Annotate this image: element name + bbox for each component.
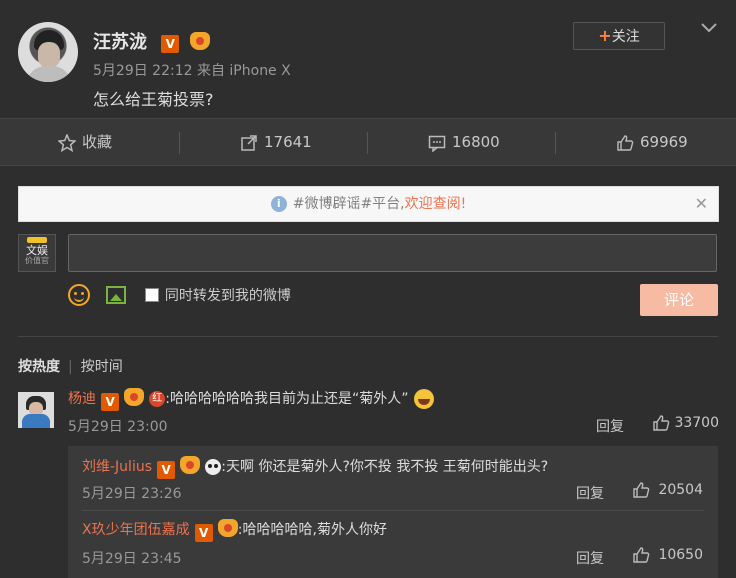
- thumbs-up-icon: [633, 547, 650, 563]
- post-meta: 5月29日 22:12 来自 iPhone X: [93, 63, 291, 79]
- author-name[interactable]: 汪苏泷: [93, 32, 147, 53]
- verified-icon: V: [194, 524, 213, 542]
- sort-tabs: 按热度 | 按时间: [18, 359, 123, 375]
- comment-line: 杨迪 V 红:哈哈哈哈哈哈我目前为止还是“菊外人”: [68, 388, 434, 411]
- notice-link[interactable]: 欢迎查阅!: [405, 196, 467, 212]
- thumbs-up-icon: [617, 134, 634, 151]
- red-badge-icon: 红: [149, 390, 166, 407]
- reply-time: 5月29日 23:26: [82, 486, 182, 502]
- thumbs-up-icon: [653, 415, 670, 431]
- composer-tools: 同时转发到我的微博: [68, 284, 291, 306]
- comment-icon: [428, 135, 446, 153]
- repost-checkbox[interactable]: [144, 288, 159, 302]
- share-icon: [241, 134, 257, 151]
- member-crown-icon: [189, 32, 210, 50]
- star-icon: [57, 132, 77, 152]
- comment-like-count: 33700: [674, 415, 719, 431]
- like-button[interactable]: 69969: [616, 119, 688, 165]
- thumbs-up-icon: [633, 482, 650, 498]
- follow-button[interactable]: +关注: [573, 22, 665, 50]
- member-crown-icon: [180, 456, 201, 474]
- member-crown-icon: [217, 519, 238, 537]
- reply-like-button[interactable]: 10650: [632, 546, 703, 564]
- rumor-notice: i #微博辟谣#平台,欢迎查阅! ✕: [18, 186, 719, 222]
- verified-icon: V: [101, 393, 120, 411]
- favorite-label: 收藏: [82, 133, 113, 151]
- divider: [82, 510, 704, 511]
- comment-button[interactable]: 16800: [428, 119, 500, 165]
- sort-time-tab[interactable]: 按时间: [81, 359, 123, 375]
- author-name-row: 汪苏泷 V: [93, 28, 210, 54]
- action-bar: 收藏 17641 16800 69969: [0, 118, 736, 166]
- plus-icon: +: [598, 26, 612, 45]
- chevron-down-icon[interactable]: [700, 18, 718, 36]
- logo-text: 文娱: [26, 244, 48, 257]
- follow-label: 关注: [611, 29, 640, 45]
- reply-time: 5月29日 23:45: [82, 551, 182, 567]
- comment-text: :哈哈哈哈哈哈我目前为止还是“菊外人”: [165, 391, 409, 407]
- divider: [18, 336, 718, 337]
- reply-text: :天啊 你还是菊外人?你不投 我不投 王菊何时能出头?: [221, 459, 549, 475]
- panda-badge-icon: [205, 458, 222, 475]
- submit-comment-button[interactable]: 评论: [640, 284, 718, 316]
- reply-line: X玖少年团伍嘉成 V :哈哈哈哈哈,菊外人你好: [82, 519, 387, 542]
- reply-button[interactable]: 回复: [576, 548, 604, 568]
- reply-line: 刘维-Julius V :天啊 你还是菊外人?你不投 我不投 王菊何时能出头?: [82, 456, 548, 479]
- replier-name[interactable]: 刘维-Julius: [82, 459, 152, 475]
- member-crown-icon: [124, 388, 145, 406]
- notice-text[interactable]: #微博辟谣#平台,: [293, 196, 405, 212]
- reply-button[interactable]: 回复: [596, 416, 624, 436]
- favorite-button[interactable]: 收藏: [57, 119, 113, 165]
- like-count: 69969: [640, 133, 688, 151]
- commenter-name[interactable]: 杨迪: [68, 391, 96, 407]
- image-icon[interactable]: [106, 286, 127, 304]
- repost-button[interactable]: 17641: [240, 119, 312, 165]
- laugh-emoji-icon: [413, 388, 434, 409]
- author-avatar[interactable]: [18, 22, 78, 82]
- user-logo[interactable]: 文娱 价值官: [18, 234, 56, 272]
- reply-like-count: 20504: [658, 482, 703, 498]
- reply-like-button[interactable]: 20504: [632, 481, 703, 499]
- info-icon: i: [270, 196, 287, 212]
- reply-like-count: 10650: [658, 547, 703, 563]
- repost-checkbox-label: 同时转发到我的微博: [164, 288, 291, 304]
- replier-name[interactable]: X玖少年团伍嘉成: [82, 522, 190, 538]
- verified-icon: V: [161, 35, 180, 53]
- reply-button[interactable]: 回复: [576, 483, 604, 503]
- sort-hot-tab[interactable]: 按热度: [18, 359, 60, 375]
- comment-input[interactable]: [68, 234, 717, 272]
- logo-subtext: 价值官: [25, 256, 49, 265]
- comment-like-button[interactable]: 33700: [652, 414, 719, 432]
- reply-text: :哈哈哈哈哈,菊外人你好: [237, 522, 387, 538]
- emoji-icon[interactable]: [68, 284, 90, 306]
- comment-count: 16800: [452, 133, 500, 151]
- verified-icon: V: [157, 461, 176, 479]
- comment-time: 5月29日 23:00: [68, 419, 168, 435]
- close-icon[interactable]: ✕: [695, 187, 708, 221]
- commenter-avatar[interactable]: [18, 392, 54, 428]
- repost-count: 17641: [264, 133, 312, 151]
- post-content: 怎么给王菊投票?: [93, 90, 214, 109]
